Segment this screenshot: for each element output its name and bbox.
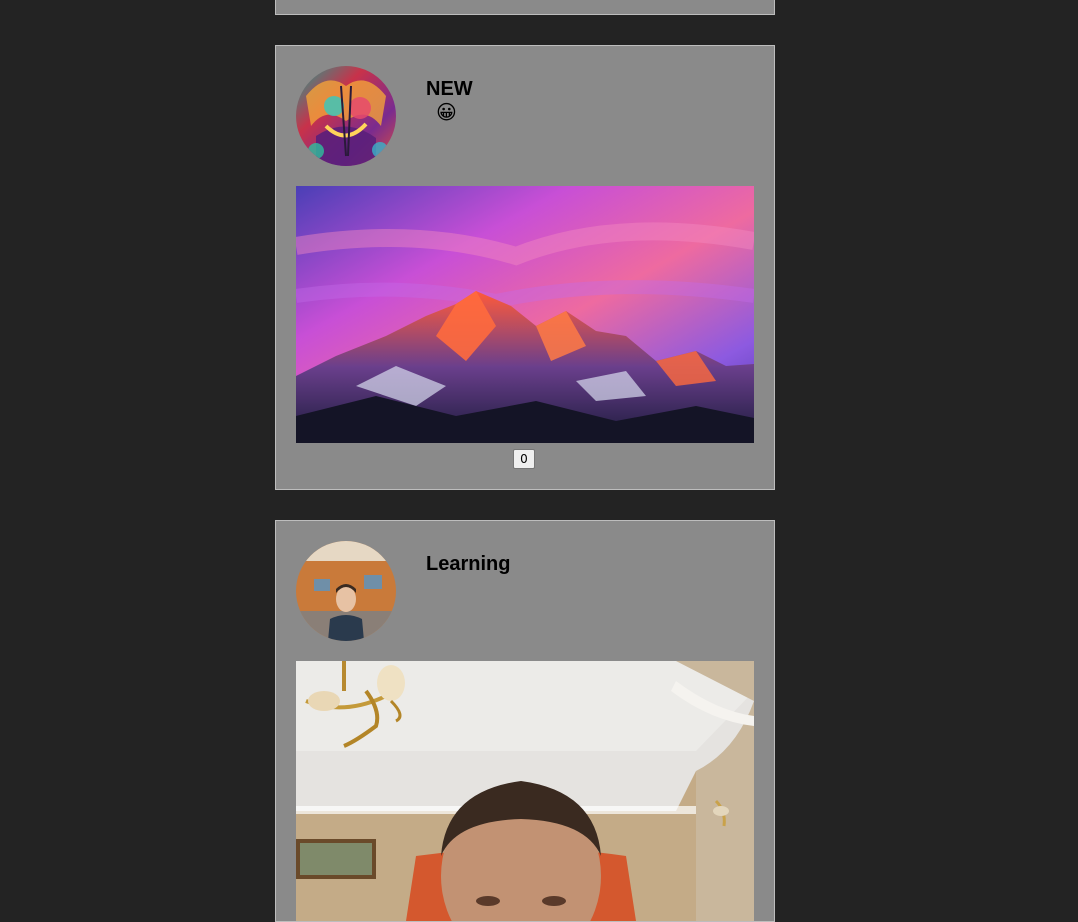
post-card: Learning — [275, 520, 775, 922]
post-title: NEW — [426, 78, 473, 100]
user-avatar[interactable] — [296, 66, 396, 166]
grinning-face-icon: 😀 — [436, 102, 457, 124]
user-avatar[interactable] — [296, 541, 396, 641]
post-image[interactable] — [296, 186, 754, 443]
post-title: Learning — [426, 553, 511, 575]
like-count-button[interactable]: 0 — [513, 449, 535, 469]
post-card-previous — [275, 0, 775, 15]
post-card: NEW 😀 0 — [275, 45, 775, 490]
post-image[interactable] — [296, 661, 754, 921]
